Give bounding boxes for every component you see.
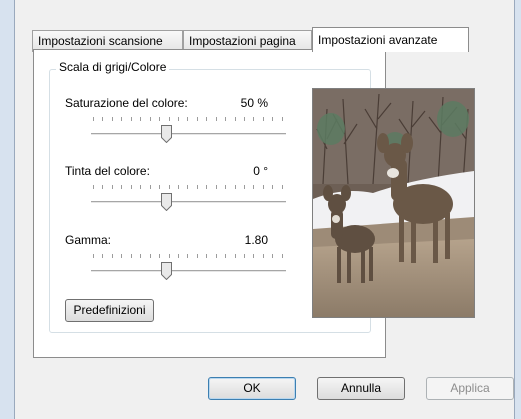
tick-mark [262, 185, 264, 189]
gamma-value: 1.80 [244, 233, 268, 247]
tick-mark [196, 185, 198, 189]
saturation-label: Saturazione del colore: [65, 96, 188, 110]
hue-ticks [93, 185, 283, 189]
tick-mark [244, 117, 245, 121]
tick-mark [168, 254, 170, 258]
tick-mark [206, 185, 208, 189]
tick-mark [111, 185, 113, 189]
tick-mark [262, 254, 264, 258]
presets-button[interactable]: Predefinizioni [65, 299, 154, 322]
tick-mark [196, 117, 198, 121]
tick-mark [187, 185, 189, 189]
saturation-ticks [93, 117, 283, 121]
tick-mark [272, 254, 274, 258]
tick-mark [196, 254, 198, 258]
ok-button[interactable]: OK [208, 377, 296, 400]
hue-slider-thumb[interactable] [161, 193, 172, 211]
tick-mark [159, 185, 161, 189]
gamma-ticks [93, 254, 283, 258]
tick-mark [215, 117, 217, 121]
tick-mark [234, 185, 236, 189]
tick-mark [177, 117, 179, 121]
tick-mark [93, 117, 94, 121]
deer-preview-photo [313, 89, 474, 317]
hue-label: Tinta del colore: [65, 164, 150, 178]
tick-mark [168, 117, 170, 121]
tick-mark [102, 185, 104, 189]
hue-value: 0 ° [253, 164, 268, 178]
tick-mark [206, 117, 208, 121]
saturation-value: 50 % [240, 96, 268, 110]
window-frame-right [514, 0, 521, 419]
tick-mark [149, 185, 151, 189]
tick-mark [272, 117, 274, 121]
tick-mark [187, 117, 189, 121]
tick-mark [159, 117, 161, 121]
tick-mark [93, 254, 94, 258]
tick-mark [187, 254, 189, 258]
tick-mark [140, 117, 142, 121]
tick-mark [206, 254, 208, 258]
tick-mark [225, 185, 227, 189]
apply-button[interactable]: Applica [426, 377, 514, 400]
tick-mark [168, 185, 170, 189]
preview-image [312, 88, 475, 318]
tick-mark [177, 185, 179, 189]
tick-mark [177, 254, 179, 258]
tick-mark [111, 117, 113, 121]
scan-settings-dialog: Impostazioni scansione Impostazioni pagi… [15, 0, 514, 419]
tick-mark [281, 117, 283, 121]
tick-mark [130, 254, 132, 258]
tick-mark [102, 117, 104, 121]
tick-mark [253, 117, 255, 121]
gamma-track[interactable] [91, 270, 286, 273]
tick-mark [244, 254, 245, 258]
tick-mark [121, 254, 123, 258]
gamma-label: Gamma: [65, 233, 112, 247]
group-title: Scala di grigi/Colore [56, 60, 170, 74]
tick-mark [253, 254, 255, 258]
tick-mark [140, 254, 142, 258]
tick-mark [102, 254, 104, 258]
tick-mark [111, 254, 113, 258]
tick-mark [262, 117, 264, 121]
tick-mark [159, 254, 161, 258]
tick-mark [272, 185, 274, 189]
tick-mark [215, 185, 217, 189]
cancel-button[interactable]: Annulla [317, 377, 405, 400]
saturation-track[interactable] [91, 133, 286, 136]
tick-mark [93, 185, 94, 189]
tick-mark [225, 254, 227, 258]
tick-mark [234, 117, 236, 121]
tick-mark [215, 254, 217, 258]
tab-advanced-settings[interactable]: Impostazioni avanzate [312, 27, 469, 52]
tick-mark [244, 185, 245, 189]
tick-mark [140, 185, 142, 189]
tick-mark [121, 117, 123, 121]
tick-mark [149, 117, 151, 121]
saturation-slider-thumb[interactable] [161, 125, 172, 143]
tick-mark [225, 117, 227, 121]
tick-mark [121, 185, 123, 189]
tick-mark [130, 185, 132, 189]
gamma-slider-thumb[interactable] [161, 262, 172, 280]
tick-mark [149, 254, 151, 258]
tick-mark [234, 254, 236, 258]
tick-mark [130, 117, 132, 121]
tick-mark [281, 185, 283, 189]
window-frame-left [0, 0, 15, 419]
tick-mark [281, 254, 283, 258]
hue-track[interactable] [91, 201, 286, 204]
tick-mark [253, 185, 255, 189]
